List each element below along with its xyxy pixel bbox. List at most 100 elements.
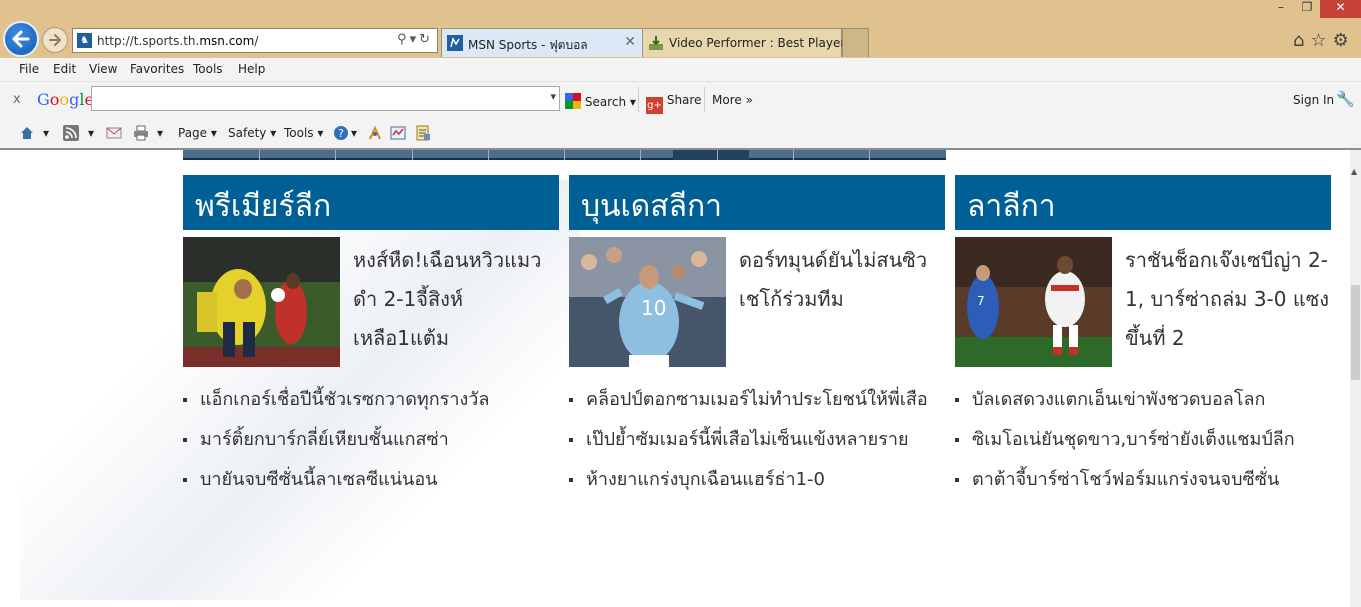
list-item[interactable]: มาร์ติ้ยกบาร์กลี่ย์เหียบชั้นแกสซ่า: [183, 423, 559, 463]
sign-in-button[interactable]: Sign In: [1293, 93, 1334, 107]
google-share-button[interactable]: g+ Share: [646, 93, 701, 114]
google-plus-icon: g+: [646, 97, 663, 114]
lead-headline-link[interactable]: ดอร์ทมุนด์ยันไม่สนซิวเชโก้ร่วมทีม: [739, 241, 945, 319]
svg-text:7: 7: [977, 294, 985, 308]
football-photo-image: [183, 237, 340, 367]
page-content: พรีเมียร์ลีก หงส์หืด!เฉือนหวิวแมวดำ 2-1จ…: [0, 150, 1350, 607]
share-label: Share: [666, 93, 702, 107]
menu-file[interactable]: File: [19, 62, 39, 76]
tab-label: Video Performer : Best Player: [669, 36, 846, 50]
news-photo[interactable]: 7: [955, 237, 1112, 367]
new-tab-button[interactable]: [842, 28, 869, 57]
site-favicon: ♞: [77, 33, 92, 48]
section-heading[interactable]: ลาลีกา: [955, 175, 1331, 230]
scroll-up-icon[interactable]: ▲: [1351, 167, 1357, 176]
address-bar[interactable]: ♞ http://t.sports.th.msn.com/ ⚲▾↻: [72, 28, 438, 53]
settings-gear-icon[interactable]: ⚙: [1333, 30, 1355, 51]
dropdown-icon[interactable]: ▾: [410, 32, 420, 47]
feeds-icon[interactable]: [63, 125, 79, 141]
refresh-icon[interactable]: ↻: [419, 32, 433, 47]
photo-thumbnail-strip[interactable]: [183, 150, 946, 160]
news-list: บัลเดสดวงแตกเอ็นเข่าพังชวดบอลโลก ซิเมโอเ…: [955, 383, 1331, 503]
google-logo: Google: [37, 90, 94, 109]
back-button[interactable]: [3, 21, 39, 57]
section-heading[interactable]: บุนเดสลีกา: [569, 175, 945, 230]
svg-text:10: 10: [641, 296, 666, 320]
minimize-button[interactable]: –: [1268, 0, 1294, 18]
forward-button[interactable]: [42, 27, 68, 53]
home-icon[interactable]: [19, 125, 35, 141]
safety-menu-label: Safety: [228, 126, 267, 140]
news-list: คล็อปป์ตอกซามเมอร์ไม่ทำประโยชน์ให้พี่เสื…: [569, 383, 945, 503]
list-item[interactable]: คล็อปป์ตอกซามเมอร์ไม่ทำประโยชน์ให้พี่เสื…: [569, 383, 945, 423]
browser-title-bar: ♞ http://t.sports.th.msn.com/ ⚲▾↻ MSN Sp…: [0, 0, 1361, 58]
football-photo-image: 10: [569, 237, 726, 367]
list-item[interactable]: บัลเดสดวงแตกเอ็นเข่าพังชวดบอลโลก: [955, 383, 1331, 423]
tools-menu-label: Tools: [284, 126, 314, 140]
forward-arrow-icon: [49, 34, 62, 46]
command-bar: ▾ ▾ ▾ Page ▾ Safety ▾ Tools ▾ ? ▾: [0, 118, 1361, 150]
list-item[interactable]: เป๊ปย้ำซัมเมอร์นี้พี่เสือไม่เซ็นแข้งหลาย…: [569, 423, 945, 463]
menu-bar: File Edit View Favorites Tools Help: [0, 58, 1361, 82]
list-item[interactable]: ซิเมโอเน่ยันชุดขาว,บาร์ซ่ายังเต็งแชมป์ลี…: [955, 423, 1331, 463]
search-label: Search: [584, 95, 627, 109]
vertical-scrollbar[interactable]: ▲: [1350, 150, 1361, 607]
menu-edit[interactable]: Edit: [53, 62, 76, 76]
home-dropdown-icon[interactable]: ▾: [43, 126, 49, 140]
restore-button[interactable]: ❐: [1294, 0, 1320, 18]
section-la-liga: ลาลีกา 7 ราชันช็อกเจ๊งเซบีญ่า 2-1, บาร์ซ…: [955, 175, 1331, 595]
more-button[interactable]: More »: [712, 93, 753, 107]
close-window-button[interactable]: ✕: [1320, 0, 1361, 18]
tab-label: MSN Sports - ฟุตบอล: [468, 38, 588, 52]
news-photo[interactable]: [183, 237, 340, 367]
print-icon[interactable]: [133, 125, 149, 141]
news-list: แอ็กเกอร์เชื่อปีนี้ชัวเรซกวาดทุกรางวัล ม…: [183, 383, 559, 503]
help-dropdown-icon[interactable]: ▾: [351, 126, 357, 140]
section-premier-league: พรีเมียร์ลีก หงส์หืด!เฉือนหวิวแมวดำ 2-1จ…: [183, 175, 559, 595]
section-heading[interactable]: พรีเมียร์ลีก: [183, 175, 559, 230]
google-search-input[interactable]: ▾: [91, 86, 560, 111]
messenger-icon[interactable]: [390, 125, 406, 141]
favorites-star-icon[interactable]: ☆: [1310, 30, 1332, 51]
tools-menu[interactable]: Tools ▾: [284, 126, 323, 140]
download-page-icon: [649, 36, 663, 50]
list-item[interactable]: บายันจบซีซั่นนี้ลาเซลซีแน่นอน: [183, 463, 559, 503]
section-bundesliga: บุนเดสลีกา 10 ดอร์ทมุนด์ยันไม่สนซิวเชโก้…: [569, 175, 945, 595]
close-tab-icon[interactable]: ✕: [624, 34, 636, 50]
football-photo-image: 7: [955, 237, 1112, 367]
lead-headline-link[interactable]: ราชันช็อกเจ๊งเซบีญ่า 2-1, บาร์ซ่าถล่ม 3-…: [1125, 241, 1331, 358]
print-dropdown-icon[interactable]: ▾: [157, 126, 163, 140]
help-icon[interactable]: ?: [333, 125, 349, 141]
page-menu[interactable]: Page ▾: [178, 126, 217, 140]
menu-tools[interactable]: Tools: [193, 62, 223, 76]
home-icon[interactable]: ⌂: [1293, 30, 1310, 51]
google-search-icon: [565, 93, 581, 109]
notes-icon[interactable]: [415, 125, 431, 141]
wrench-icon[interactable]: 🔧: [1336, 90, 1355, 108]
mail-icon[interactable]: [106, 125, 122, 141]
menu-favorites[interactable]: Favorites: [130, 62, 184, 76]
google-search-button[interactable]: Search ▾: [565, 93, 636, 109]
safety-menu[interactable]: Safety ▾: [228, 126, 276, 140]
news-photo[interactable]: 10: [569, 237, 726, 367]
list-item[interactable]: แอ็กเกอร์เชื่อปีนี้ชัวเรซกวาดทุกรางวัล: [183, 383, 559, 423]
address-url[interactable]: http://t.sports.th.msn.com/: [97, 34, 258, 48]
search-icon[interactable]: ⚲: [397, 32, 410, 47]
tab-msn-sports[interactable]: MSN Sports - ฟุตบอล ✕: [441, 28, 643, 57]
research-icon[interactable]: [367, 125, 383, 141]
lead-headline-link[interactable]: หงส์หืด!เฉือนหวิวแมวดำ 2-1จี้สิงห์เหลือ1…: [353, 241, 559, 358]
list-item[interactable]: ตาต้าจี้บาร์ซ่าโชว์ฟอร์มแกร่งจนจบซีซั่น: [955, 463, 1331, 503]
msn-favicon-icon: [447, 35, 463, 51]
svg-text:?: ?: [338, 127, 344, 140]
menu-view[interactable]: View: [89, 62, 117, 76]
tab-video-performer[interactable]: Video Performer : Best Player: [642, 28, 846, 57]
chevron-down-icon[interactable]: ▾: [550, 90, 556, 103]
close-toolbar-icon[interactable]: x: [13, 92, 21, 107]
back-arrow-icon: [12, 30, 30, 48]
page-menu-label: Page: [178, 126, 208, 140]
feeds-dropdown-icon[interactable]: ▾: [88, 126, 94, 140]
list-item[interactable]: ห้างยาแกร่งบุกเฉือนแฮร์ธ่า1-0: [569, 463, 945, 503]
google-toolbar: x Google ▾ Search ▾ g+ Share More » Sign…: [0, 82, 1361, 118]
menu-help[interactable]: Help: [238, 62, 265, 76]
scrollbar-thumb[interactable]: [1351, 285, 1360, 380]
